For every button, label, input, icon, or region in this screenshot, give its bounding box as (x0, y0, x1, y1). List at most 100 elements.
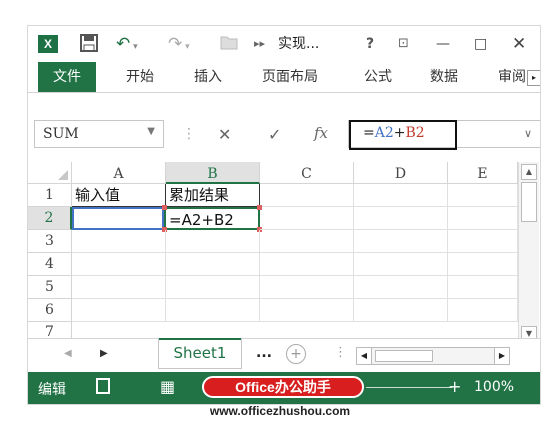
cell-a2[interactable] (72, 207, 164, 230)
tab-page-layout[interactable]: 页面布局 (262, 62, 318, 92)
tab-formulas[interactable]: 公式 (364, 62, 392, 92)
tab-sheet1[interactable]: Sheet1 (158, 338, 242, 369)
row-header-3[interactable]: 3 (28, 230, 72, 253)
more-commands-icon[interactable]: ▸▸ (254, 34, 265, 54)
cell-b5[interactable] (166, 276, 260, 299)
add-sheet-icon[interactable]: + (286, 344, 306, 364)
tab-split-grip-icon[interactable]: ⋮ (334, 345, 347, 360)
insert-function-icon[interactable]: fx (314, 124, 328, 142)
status-bar: 编辑 ▦ Office办公助手 + 100% (28, 372, 540, 404)
save-icon[interactable] (80, 34, 98, 54)
scroll-thumb[interactable] (375, 350, 433, 362)
redo-icon[interactable]: ↷ ▾ (168, 34, 190, 54)
row-header-2[interactable]: 2 (28, 207, 72, 230)
cell-c2[interactable] (260, 207, 354, 230)
status-mode: 编辑 (38, 382, 66, 398)
cell-b1[interactable]: 累加结果 (166, 184, 260, 207)
name-box-value: SUM (43, 126, 79, 142)
ribbon-display-options-icon[interactable]: ⊡ (398, 34, 409, 54)
cell-e2[interactable] (448, 207, 518, 230)
cell-c6[interactable] (260, 299, 354, 322)
formula-input[interactable]: =A2+B2 ∨ (348, 120, 540, 150)
zoom-slider[interactable] (366, 387, 452, 388)
chevron-down-icon[interactable]: ▼ (147, 126, 155, 137)
cell-b3[interactable] (166, 230, 260, 253)
cell-a1[interactable]: 输入值 (72, 184, 166, 207)
cell-c1[interactable] (260, 184, 354, 207)
scroll-thumb[interactable] (521, 182, 537, 222)
worksheet-grid: A B C D E 1 2 3 4 5 6 7 输入值 累加结果 =A2+B2 (28, 162, 540, 348)
sheet-tab-bar: ◀ ▶ Sheet1 ... + ⋮ ◀ ▶ (28, 338, 540, 373)
cell-a3[interactable] (72, 230, 166, 253)
sheet-next-icon[interactable]: ▶ (100, 348, 108, 359)
column-header-b[interactable]: B (166, 162, 260, 184)
cell-d6[interactable] (354, 299, 448, 322)
row-header-1[interactable]: 1 (28, 184, 72, 207)
scroll-left-icon[interactable]: ◀ (357, 348, 372, 364)
normal-view-icon[interactable]: ▦ (160, 377, 175, 396)
formula-text: =A2+B2 (363, 125, 425, 141)
maximize-icon[interactable]: □ (474, 34, 487, 54)
row-header-6[interactable]: 6 (28, 299, 72, 322)
cell-a6[interactable] (72, 299, 166, 322)
cell-b4[interactable] (166, 253, 260, 276)
select-all-button[interactable] (28, 162, 72, 184)
row-header-5[interactable]: 5 (28, 276, 72, 299)
formula-part: = (363, 125, 375, 141)
cell-d5[interactable] (354, 276, 448, 299)
tab-file[interactable]: 文件 (38, 62, 96, 92)
cell-c4[interactable] (260, 253, 354, 276)
zoom-level[interactable]: 100% (474, 379, 514, 395)
more-sheets-icon[interactable]: ... (256, 345, 272, 361)
horizontal-scrollbar[interactable]: ◀ ▶ (356, 347, 510, 365)
open-folder-icon[interactable] (220, 34, 238, 54)
tab-review[interactable]: 审阅 (498, 62, 528, 92)
cell-e5[interactable] (448, 276, 518, 299)
cell-e4[interactable] (448, 253, 518, 276)
cell-e1[interactable] (448, 184, 518, 207)
cell-d2[interactable] (354, 207, 448, 230)
column-header-a[interactable]: A (72, 162, 166, 184)
column-header-c[interactable]: C (260, 162, 354, 184)
tab-insert[interactable]: 插入 (194, 62, 222, 92)
name-box[interactable]: SUM ▼ (34, 120, 164, 148)
cell-d4[interactable] (354, 253, 448, 276)
help-icon[interactable]: ? (366, 34, 374, 54)
macro-record-icon[interactable] (96, 378, 110, 394)
cell-e6[interactable] (448, 299, 518, 322)
enter-icon[interactable]: ✓ (268, 125, 281, 144)
cell-b6[interactable] (166, 299, 260, 322)
watermark-badge: Office办公助手 (202, 376, 364, 398)
tab-home[interactable]: 开始 (126, 62, 154, 92)
cell-c3[interactable] (260, 230, 354, 253)
cell-d3[interactable] (354, 230, 448, 253)
window-title: 实现... (278, 36, 320, 52)
cell-d1[interactable] (354, 184, 448, 207)
formula-ref-b2: B2 (405, 125, 425, 141)
tab-data[interactable]: 数据 (430, 62, 458, 92)
cell-a5[interactable] (72, 276, 166, 299)
vertical-scrollbar[interactable]: ▲ ▼ (518, 162, 539, 348)
cancel-icon[interactable]: ✕ (218, 125, 231, 144)
sheet-prev-icon[interactable]: ◀ (64, 348, 72, 359)
cell-a4[interactable] (72, 253, 166, 276)
expand-formula-bar-icon[interactable]: ∨ (524, 127, 532, 140)
minimize-icon[interactable]: — (436, 34, 450, 54)
column-header-e[interactable]: E (448, 162, 518, 184)
range-handle-icon[interactable] (162, 205, 167, 210)
cell-c5[interactable] (260, 276, 354, 299)
close-icon[interactable]: ✕ (512, 34, 526, 54)
ribbon-scroll-right-icon[interactable]: ▸ (527, 70, 540, 86)
zoom-in-icon[interactable]: + (448, 377, 461, 396)
cell-e3[interactable] (448, 230, 518, 253)
row-header-4[interactable]: 4 (28, 253, 72, 276)
formula-bar: SUM ▼ ⋮ ✕ ✓ fx =A2+B2 ∨ (28, 116, 540, 158)
cell-b2[interactable]: =A2+B2 (164, 207, 260, 230)
excel-window: X ↶ ▾ ↷ ▾ ▸▸ 实现... ? ⊡ — □ ✕ 文件 开始 插入 页面… (28, 26, 540, 404)
formula-part: + (393, 125, 406, 141)
scroll-right-icon[interactable]: ▶ (494, 348, 509, 364)
excel-logo-icon: X (38, 35, 58, 53)
column-header-d[interactable]: D (354, 162, 448, 184)
scroll-up-icon[interactable]: ▲ (521, 164, 537, 180)
undo-icon[interactable]: ↶ ▾ (116, 34, 138, 54)
